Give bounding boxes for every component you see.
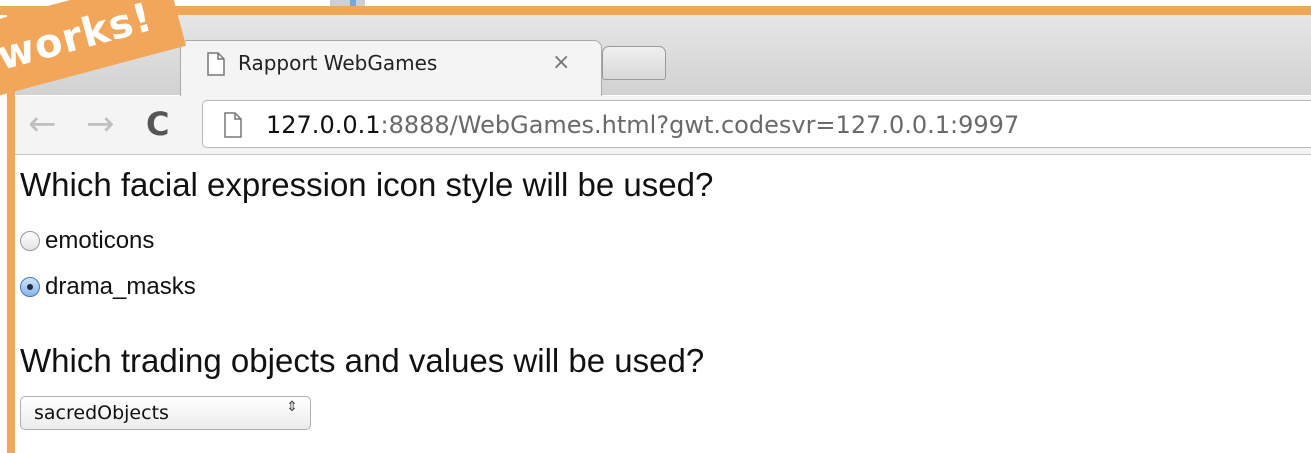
page-icon (207, 52, 225, 76)
radio-button-checked[interactable] (20, 277, 40, 297)
tab-title: Rapport WebGames (238, 51, 438, 75)
trading-objects-select[interactable]: sacredObjects ⇕ (20, 396, 311, 430)
radio-label[interactable]: drama_masks (45, 272, 196, 302)
back-arrow-icon[interactable]: ← (28, 104, 57, 144)
forward-arrow-icon[interactable]: → (86, 104, 115, 144)
annotation-frame-top (0, 6, 1311, 15)
url-host: 127.0.0.1 (266, 111, 381, 139)
radio-label[interactable]: emoticons (45, 226, 154, 256)
url-text[interactable]: 127.0.0.1:8888/WebGames.html?gwt.codesvr… (266, 109, 1019, 141)
icon-style-question: Which facial expression icon style will … (20, 166, 714, 203)
radio-option-emoticons[interactable]: emoticons (20, 226, 154, 256)
page-icon (224, 112, 242, 138)
radio-button[interactable] (20, 231, 40, 251)
url-path: :8888/WebGames.html?gwt.codesvr=127.0.0.… (380, 111, 1020, 139)
select-value: sacredObjects (34, 402, 169, 424)
select-arrows-icon: ⇕ (286, 399, 298, 415)
new-tab-button[interactable] (602, 46, 666, 80)
reload-icon[interactable]: C (146, 104, 169, 144)
radio-option-drama-masks[interactable]: drama_masks (20, 272, 196, 302)
trading-objects-question: Which trading objects and values will be… (20, 342, 705, 379)
close-icon[interactable]: × (552, 48, 570, 78)
